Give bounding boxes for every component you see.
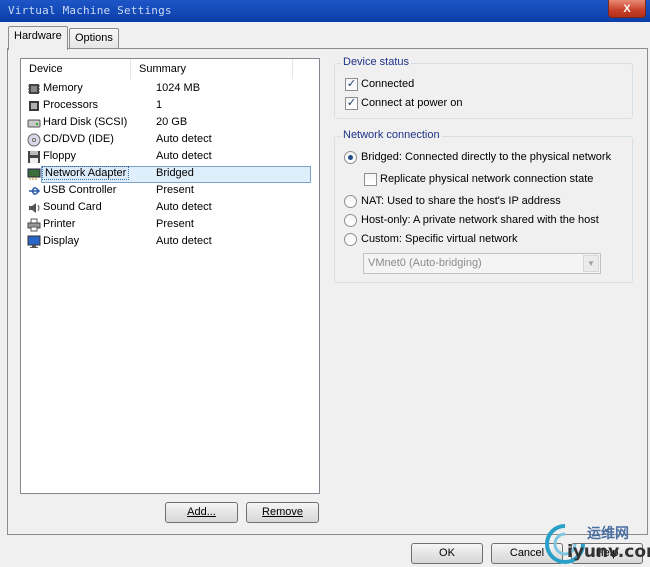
- remove-button-label: Remove: [262, 506, 303, 518]
- processor-icon: [29, 101, 39, 111]
- cd-dvd-icon: [27, 133, 41, 147]
- custom-label[interactable]: Custom: Specific virtual network: [361, 233, 518, 245]
- device-summary: Present: [156, 218, 194, 230]
- bridged-label[interactable]: Bridged: Connected directly to the physi…: [361, 151, 611, 163]
- device-name: Network Adapter: [41, 166, 130, 180]
- connect-at-power-on-label[interactable]: Connect at power on: [361, 97, 463, 109]
- cancel-button-label: Cancel: [509, 547, 545, 559]
- device-list[interactable]: Device Summary Memory 1024 MB Processors…: [20, 58, 320, 494]
- floppy-icon: [28, 151, 40, 163]
- window-title: Virtual Machine Settings: [8, 4, 172, 17]
- tab-options-label: Options: [75, 32, 113, 44]
- replicate-label[interactable]: Replicate physical network connection st…: [380, 173, 593, 185]
- add-button-label: Add...: [187, 506, 216, 518]
- close-icon: X: [623, 2, 631, 15]
- device-name: USB Controller: [43, 184, 117, 196]
- custom-radio[interactable]: [344, 233, 357, 246]
- column-header-device[interactable]: Device: [21, 59, 131, 79]
- watermark-cn: 运维网: [587, 525, 629, 541]
- network-connection-legend: Network connection: [341, 129, 442, 141]
- device-summary: Auto detect: [156, 201, 212, 213]
- device-name: Sound Card: [43, 201, 102, 213]
- device-list-header: Device Summary: [21, 59, 319, 79]
- watermark: 运维网 iyunv.com: [543, 520, 650, 567]
- network-adapter-icon: [27, 168, 41, 180]
- printer-icon: [27, 218, 41, 232]
- connect-at-power-on-checkbox[interactable]: ✓: [345, 97, 358, 110]
- device-name: Memory: [43, 82, 83, 94]
- add-button[interactable]: Add...: [165, 502, 238, 523]
- nat-radio[interactable]: [344, 195, 357, 208]
- tab-options[interactable]: Options: [69, 28, 119, 50]
- device-row-sound-card[interactable]: Sound Card Auto detect: [25, 200, 311, 217]
- ok-button-label: OK: [439, 547, 455, 559]
- device-name: Printer: [43, 218, 76, 230]
- device-summary: Present: [156, 184, 194, 196]
- hard-disk-icon: [27, 119, 41, 128]
- device-name: Display: [43, 235, 80, 247]
- device-summary: Auto detect: [156, 150, 212, 162]
- connected-checkbox[interactable]: ✓: [345, 78, 358, 91]
- close-button[interactable]: X: [608, 0, 646, 18]
- display-icon: [27, 235, 41, 248]
- tab-hardware[interactable]: Hardware: [8, 26, 68, 50]
- ok-button[interactable]: OK: [411, 543, 483, 564]
- connected-label[interactable]: Connected: [361, 78, 414, 90]
- device-status-legend: Device status: [341, 56, 412, 68]
- sound-card-icon: [29, 203, 40, 213]
- device-row-printer[interactable]: Printer Present: [25, 217, 311, 234]
- device-row-floppy[interactable]: Floppy Auto detect: [25, 149, 311, 166]
- device-row-processors[interactable]: Processors 1: [25, 98, 311, 115]
- device-summary: 20 GB: [156, 116, 188, 128]
- tab-hardware-label: Hardware: [14, 30, 62, 42]
- device-summary: Auto detect: [156, 235, 212, 247]
- device-summary: 1: [156, 99, 163, 111]
- replicate-checkbox[interactable]: [364, 173, 377, 186]
- device-summary: Auto detect: [156, 133, 212, 145]
- host-only-label[interactable]: Host-only: A private network shared with…: [361, 214, 599, 226]
- device-status-group: Device status: [334, 56, 633, 119]
- device-name: Hard Disk (SCSI): [43, 116, 128, 128]
- bridged-radio[interactable]: [344, 151, 357, 164]
- device-row-usb-controller[interactable]: USB Controller Present: [25, 183, 311, 200]
- vmnet-select[interactable]: VMnet0 (Auto-bridging) ▼: [363, 253, 601, 274]
- device-summary: Bridged: [156, 167, 194, 179]
- column-header-summary[interactable]: Summary: [131, 59, 293, 79]
- watermark-en: iyunv.com: [567, 542, 650, 562]
- memory-icon: [28, 84, 40, 94]
- device-name: CD/DVD (IDE): [43, 133, 114, 145]
- device-name: Floppy: [43, 150, 77, 162]
- device-row-display[interactable]: Display Auto detect: [25, 234, 311, 251]
- device-row-cd-dvd[interactable]: CD/DVD (IDE) Auto detect: [25, 132, 311, 149]
- chevron-down-icon[interactable]: ▼: [583, 255, 599, 272]
- device-row-network-adapter[interactable]: Network Adapter Bridged: [25, 166, 311, 183]
- remove-button[interactable]: Remove: [246, 502, 319, 523]
- device-row-hard-disk[interactable]: Hard Disk (SCSI) 20 GB: [25, 115, 311, 132]
- nat-label[interactable]: NAT: Used to share the host's IP address: [361, 195, 561, 207]
- vmnet-select-value: VMnet0 (Auto-bridging): [368, 257, 482, 269]
- title-bar: Virtual Machine Settings X: [0, 0, 650, 22]
- usb-icon: [29, 187, 41, 195]
- device-row-memory[interactable]: Memory 1024 MB: [25, 81, 311, 98]
- device-summary: 1024 MB: [156, 82, 201, 94]
- device-name: Processors: [43, 99, 99, 111]
- host-only-radio[interactable]: [344, 214, 357, 227]
